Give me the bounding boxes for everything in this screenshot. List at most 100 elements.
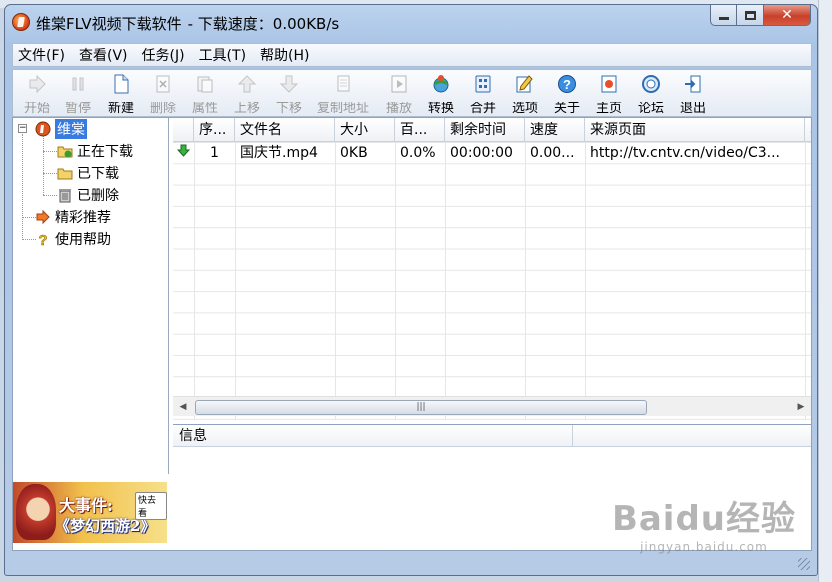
ad-headline: 大事件:	[59, 496, 113, 515]
toolbar-forum-label: 论坛	[637, 102, 664, 114]
tree-item-recommended-label: 精彩推荐	[55, 210, 111, 226]
toolbar-move-down-button[interactable]: 下移	[269, 72, 309, 116]
close-button[interactable]: ✕	[764, 5, 811, 26]
download-arrow-icon	[176, 144, 191, 157]
forum-icon	[642, 75, 660, 93]
menu-view[interactable]: 查看(V)	[74, 45, 133, 65]
play-icon	[29, 74, 46, 94]
tree-line	[22, 239, 36, 240]
tree-item-help[interactable]: ? 使用帮助	[35, 229, 111, 249]
grid-vline	[395, 142, 396, 420]
menu-bar: 文件(F) 查看(V) 任务(J) 工具(T) 帮助(H)	[12, 43, 812, 67]
row-filename: 国庆节.mp4	[240, 145, 318, 161]
toolbar-new-button[interactable]: 新建	[101, 72, 141, 116]
toolbar-delete-button[interactable]: 删除	[143, 72, 183, 116]
row-percent: 0.0%	[400, 145, 436, 161]
toolbar-convert-button[interactable]: 转换	[421, 72, 461, 116]
tree-item-recommended[interactable]: 精彩推荐	[35, 207, 111, 227]
info-column-header[interactable]: 信息	[173, 425, 573, 447]
about-icon: ?	[558, 75, 576, 93]
toolbar-options-button[interactable]: 选项	[505, 72, 545, 116]
maximize-button[interactable]	[737, 5, 764, 26]
scroll-right-icon[interactable]: ▶	[794, 400, 808, 414]
trash-icon	[59, 189, 71, 203]
tree-item-deleted[interactable]: 已删除	[57, 185, 119, 205]
watermark-url: jingyan.baidu.com	[640, 540, 768, 554]
toolbar-start-button[interactable]: 开始	[17, 72, 57, 116]
menu-help[interactable]: 帮助(H)	[255, 45, 314, 65]
toolbar-copy-address-button[interactable]: 复制地址	[311, 72, 375, 116]
tree-item-deleted-label: 已删除	[77, 188, 119, 204]
tree-line	[22, 134, 23, 240]
toolbar-properties-label: 属性	[191, 102, 218, 114]
table-row[interactable]: 1 国庆节.mp4 0KB 0.0% 00:00:00 0.00... http…	[173, 142, 811, 164]
window-controls: ✕	[710, 5, 811, 27]
tree-item-root[interactable]: 维棠	[35, 119, 87, 139]
column-header-index[interactable]: 序...	[194, 118, 235, 142]
column-header-remaining[interactable]: 剩余时间	[445, 118, 525, 142]
new-document-icon	[114, 74, 129, 94]
toolbar-merge-button[interactable]: 合并	[463, 72, 503, 116]
horizontal-scrollbar[interactable]: ◀ ||| ▶	[173, 396, 811, 416]
category-tree: − 维棠 正在下载 已下载 已删除 精彩推荐 ? 使用帮助 大事件: 《梦幻西游…	[13, 118, 169, 543]
grid-vline	[235, 142, 236, 420]
toolbar-homepage-button[interactable]: 主页	[589, 72, 629, 116]
list-gridlines	[173, 142, 811, 420]
grid-vline	[805, 142, 806, 420]
tree-item-help-label: 使用帮助	[55, 232, 111, 248]
column-header-speed[interactable]: 速度	[525, 118, 585, 142]
menu-tools[interactable]: 工具(T)	[194, 45, 251, 65]
scroll-left-icon[interactable]: ◀	[176, 400, 190, 414]
watermark: Baidu经验 jingyan.baidu.com	[612, 491, 796, 554]
column-header-percent[interactable]: 百...	[395, 118, 445, 142]
column-header-status[interactable]	[173, 118, 194, 142]
ad-character-image	[16, 484, 56, 540]
download-list-header: 序... 文件名 大小 百... 剩余时间 速度 来源页面 真	[173, 118, 811, 142]
toolbar-pause-button[interactable]: 暂停	[58, 72, 98, 116]
toolbar-merge-label: 合并	[469, 102, 496, 114]
row-extra: h	[805, 142, 811, 164]
toolbar-exit-label: 退出	[679, 102, 706, 114]
move-down-icon	[279, 75, 299, 93]
toolbar-properties-button[interactable]: 属性	[185, 72, 225, 116]
ad-banner[interactable]: 大事件: 《梦幻西游2》 快去看	[13, 482, 167, 543]
tree-line	[43, 135, 44, 195]
toolbar: 开始 暂停 新建 删除 属性 上移 下移 复制地址 播放 转换 合并 选项 ? …	[12, 69, 812, 117]
column-header-size[interactable]: 大小	[335, 118, 395, 142]
tree-item-downloading[interactable]: 正在下载	[57, 141, 133, 161]
scrollbar-thumb[interactable]: |||	[195, 400, 647, 415]
ad-watch-button[interactable]: 快去看	[135, 492, 167, 520]
tree-collapse-toggle[interactable]: −	[18, 124, 27, 133]
toolbar-play-button[interactable]: 播放	[379, 72, 419, 116]
tree-item-downloaded[interactable]: 已下载	[57, 163, 119, 183]
column-header-extra[interactable]: 真	[805, 118, 811, 142]
background-window-edge	[818, 0, 832, 582]
toolbar-move-up-button[interactable]: 上移	[227, 72, 267, 116]
toolbar-homepage-label: 主页	[595, 102, 622, 114]
toolbar-forum-button[interactable]: 论坛	[631, 72, 671, 116]
column-header-source[interactable]: 来源页面	[585, 118, 805, 142]
pause-icon	[72, 77, 84, 91]
menu-task[interactable]: 任务(J)	[137, 45, 190, 65]
options-icon	[516, 75, 533, 93]
help-icon: ?	[38, 232, 48, 247]
toolbar-pause-label: 暂停	[64, 102, 91, 114]
toolbar-play-label: 播放	[385, 102, 412, 114]
toolbar-exit-button[interactable]: 退出	[673, 72, 713, 116]
title-bar[interactable]: 维棠FLV视频下载软件 - 下载速度：0.00KB/s ✕	[5, 5, 817, 39]
info-panel-header: 信息	[173, 425, 811, 447]
toolbar-about-button[interactable]: ? 关于	[547, 72, 587, 116]
info-column-header-2[interactable]	[573, 425, 811, 447]
menu-file[interactable]: 文件(F)	[13, 45, 70, 65]
watermark-brand: Baidu经验	[611, 499, 796, 539]
app-logo-icon	[12, 13, 30, 31]
minimize-button[interactable]	[710, 5, 737, 26]
tree-line	[22, 217, 36, 218]
status-bar	[12, 552, 812, 572]
move-up-icon	[237, 75, 257, 93]
toolbar-start-label: 开始	[23, 102, 50, 114]
column-header-filename[interactable]: 文件名	[235, 118, 335, 142]
resize-grip-icon[interactable]	[798, 558, 810, 570]
play-video-icon	[391, 75, 407, 93]
toolbar-delete-label: 删除	[149, 102, 176, 114]
